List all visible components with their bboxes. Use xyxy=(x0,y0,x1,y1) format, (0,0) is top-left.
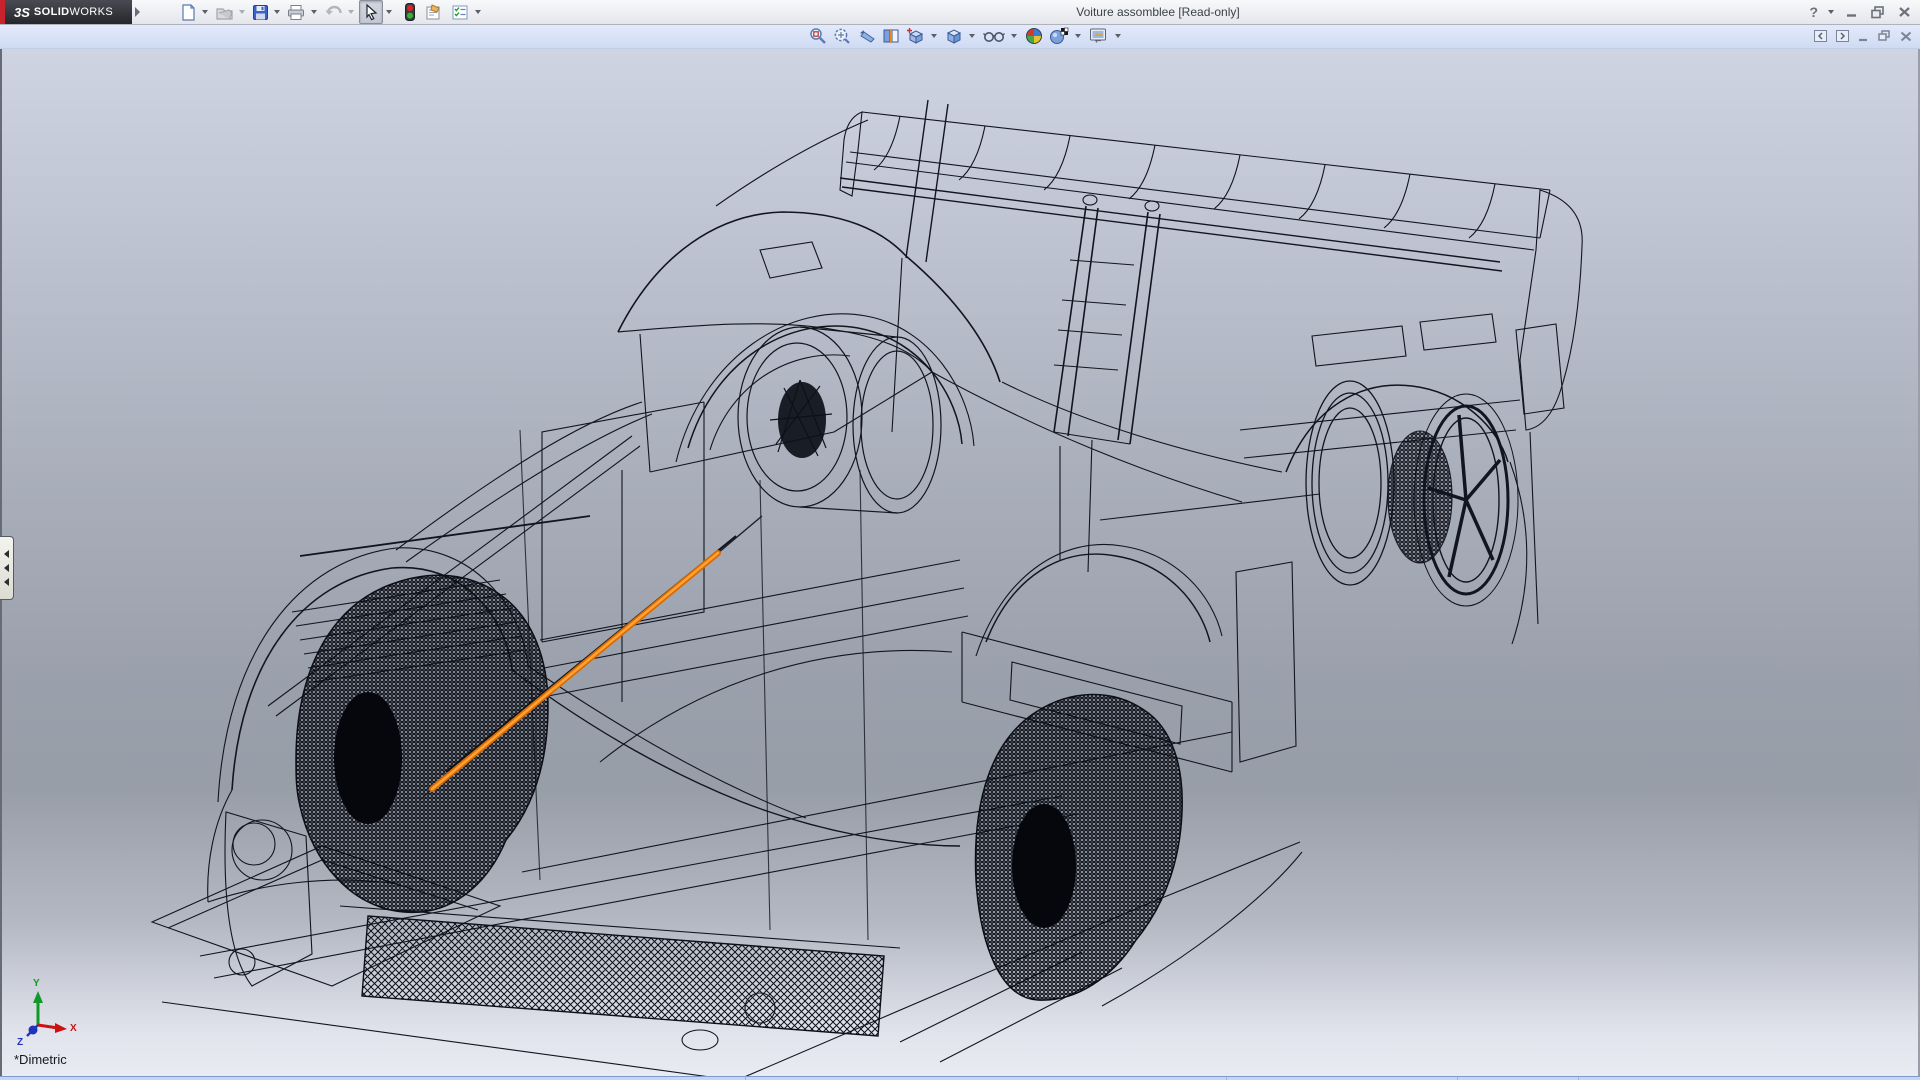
undo-dropdown-icon[interactable] xyxy=(348,10,354,14)
view-orientation-button[interactable] xyxy=(903,25,928,47)
close-icon[interactable] xyxy=(1900,31,1912,42)
collapse-arrow-icon xyxy=(4,564,9,572)
help-icon[interactable]: ? xyxy=(1809,4,1818,20)
document-title: Voiture assomblee [Read-only] xyxy=(1076,0,1239,24)
display-style-icon xyxy=(945,27,963,45)
edit-appearance-icon xyxy=(1025,27,1043,45)
status-bar xyxy=(0,1076,1920,1080)
hide-show-items-button[interactable] xyxy=(980,25,1008,47)
new-document-icon xyxy=(180,4,197,21)
open-dropdown-icon[interactable] xyxy=(239,10,245,14)
brand-works: WORKS xyxy=(70,6,114,18)
options-list-icon xyxy=(451,4,470,21)
options-button[interactable] xyxy=(449,1,472,23)
zoom-to-fit-button[interactable] xyxy=(806,25,830,47)
view-settings-button[interactable] xyxy=(1086,25,1112,47)
window-controls: ? xyxy=(1809,0,1912,24)
document-window-controls xyxy=(1814,24,1912,48)
rear-left-tire xyxy=(976,694,1183,1000)
print-icon xyxy=(287,4,306,21)
apply-scene-icon xyxy=(1049,27,1069,45)
radiator-mesh xyxy=(362,916,884,1036)
wireframe-race-car-model[interactable] xyxy=(0,0,1920,1080)
minimize-button[interactable] xyxy=(1844,5,1860,19)
restore-button[interactable] xyxy=(1870,5,1886,19)
view-orientation-dropdown-icon[interactable] xyxy=(931,34,937,38)
zoom-to-fit-icon xyxy=(809,27,827,45)
save-button[interactable] xyxy=(250,1,271,23)
menu-flyout-arrow-icon[interactable] xyxy=(135,7,140,17)
brand-solid: SOLID xyxy=(34,6,70,18)
close-button[interactable] xyxy=(1896,5,1912,19)
triad-z-label: Z xyxy=(17,1037,23,1048)
view-settings-dropdown-icon[interactable] xyxy=(1115,34,1121,38)
view-settings-icon xyxy=(1089,27,1109,45)
save-icon xyxy=(252,4,269,21)
new-document-button[interactable] xyxy=(178,1,199,23)
collapse-arrow-icon xyxy=(4,578,9,586)
select-cursor-icon xyxy=(362,3,380,21)
open-folder-icon xyxy=(215,4,234,21)
display-style-button[interactable] xyxy=(942,25,966,47)
headsup-toolbar-row xyxy=(0,24,1920,49)
minimize-icon[interactable] xyxy=(1858,31,1869,42)
feature-manager-collapsed-tab[interactable] xyxy=(0,536,14,600)
previous-view-icon xyxy=(857,27,876,45)
file-properties-button[interactable] xyxy=(422,1,445,23)
front-left-tire xyxy=(296,575,548,912)
collapse-arrow-icon xyxy=(4,550,9,558)
select-tool-button[interactable] xyxy=(359,0,383,24)
title-bar: 3S SOLIDWORKS xyxy=(0,0,1920,25)
apply-scene-dropdown-icon[interactable] xyxy=(1075,34,1081,38)
hide-show-dropdown-icon[interactable] xyxy=(1011,34,1017,38)
apply-scene-button[interactable] xyxy=(1046,25,1072,47)
new-dropdown-icon[interactable] xyxy=(202,10,208,14)
solidworks-window: 3S SOLIDWORKS xyxy=(0,0,1920,1080)
headsup-view-toolbar xyxy=(806,24,1126,48)
split-left-icon[interactable] xyxy=(1814,30,1827,42)
undo-button[interactable] xyxy=(322,1,345,23)
triad-x-label: X xyxy=(70,1023,77,1034)
previous-view-button[interactable] xyxy=(854,25,879,47)
view-orientation-icon xyxy=(906,27,925,45)
zoom-to-area-icon xyxy=(833,27,851,45)
view-orientation-label: *Dimetric xyxy=(14,1052,67,1067)
edit-appearance-button[interactable] xyxy=(1022,25,1046,47)
select-dropdown-icon[interactable] xyxy=(386,10,392,14)
rebuild-button[interactable] xyxy=(403,1,417,23)
split-right-icon[interactable] xyxy=(1836,30,1849,42)
restore-icon[interactable] xyxy=(1878,30,1891,42)
open-button[interactable] xyxy=(213,1,236,23)
orientation-triad xyxy=(27,991,67,1036)
zoom-to-area-button[interactable] xyxy=(830,25,854,47)
hide-show-items-icon xyxy=(983,28,1005,44)
triad-y-label: Y xyxy=(33,978,40,989)
section-view-button[interactable] xyxy=(879,25,903,47)
brand-mark: 3S xyxy=(14,5,30,20)
solidworks-logo[interactable]: 3S SOLIDWORKS xyxy=(0,0,132,24)
help-dropdown-icon[interactable] xyxy=(1828,10,1834,14)
save-dropdown-icon[interactable] xyxy=(274,10,280,14)
print-dropdown-icon[interactable] xyxy=(311,10,317,14)
standard-toolbar xyxy=(178,0,486,24)
display-style-dropdown-icon[interactable] xyxy=(969,34,975,38)
file-properties-icon xyxy=(424,4,443,21)
traffic-light-rebuild-icon xyxy=(405,3,415,21)
print-button[interactable] xyxy=(285,1,308,23)
section-view-icon xyxy=(882,27,900,45)
undo-icon xyxy=(324,4,343,21)
options-dropdown-icon[interactable] xyxy=(475,10,481,14)
